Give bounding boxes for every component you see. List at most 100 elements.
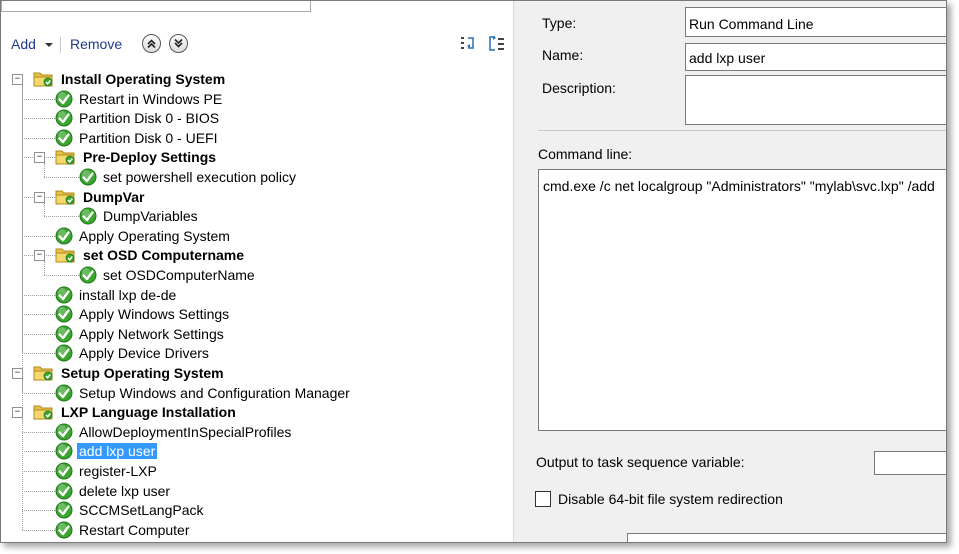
output-variable-label: Output to task sequence variable: <box>536 454 745 470</box>
tree-row-label: Restart Computer <box>79 521 190 538</box>
tree-step-row[interactable]: Restart in Windows PE <box>55 89 224 109</box>
tree-group-row[interactable]: Setup Operating System <box>33 363 226 383</box>
tree-row-label: LXP Language Installation <box>61 404 236 421</box>
collapse-toggle-icon[interactable]: − <box>12 74 23 85</box>
start-in-field[interactable] <box>627 533 946 542</box>
green-check-icon <box>55 129 73 147</box>
tree-row-label: DumpVar <box>83 188 145 205</box>
folder-icon <box>33 72 53 87</box>
green-check-icon <box>55 521 73 539</box>
collapse-all-icon[interactable] <box>487 34 507 54</box>
tree-step-row[interactable]: Setup Windows and Configuration Manager <box>55 383 352 403</box>
tree-connector <box>22 510 55 512</box>
tree-step-row[interactable]: Partition Disk 0 - BIOS <box>55 108 221 128</box>
green-check-icon <box>55 109 73 127</box>
tree-step-row[interactable]: SCCMSetLangPack <box>55 500 206 520</box>
tree-row-label: add lxp user <box>75 442 159 461</box>
expand-all-icon[interactable] <box>458 34 478 54</box>
add-dropdown-caret-icon[interactable] <box>45 43 53 47</box>
chevron-up-icon <box>147 39 156 49</box>
tree-row-label: set OSDComputerName <box>103 267 255 283</box>
tree-connector <box>22 85 23 409</box>
collapse-toggle-icon[interactable]: − <box>34 191 45 203</box>
move-down-button[interactable] <box>169 34 188 53</box>
command-line-label: Command line: <box>538 146 633 162</box>
description-label: Description: <box>542 80 616 96</box>
task-sequence-pane: Add Remove Install Operating System − Re… <box>1 1 513 542</box>
tree-connector <box>22 353 55 355</box>
tree-connector <box>22 118 55 120</box>
green-check-icon <box>55 423 73 441</box>
tree-connector <box>22 490 55 492</box>
toolbar-separator <box>60 37 61 53</box>
green-check-icon <box>55 384 73 402</box>
green-check-icon <box>79 207 97 225</box>
tree-row-label: Partition Disk 0 - UEFI <box>79 129 218 146</box>
tree-step-row[interactable]: AllowDeploymentInSpecialProfiles <box>55 422 293 442</box>
disable-64bit-checkbox[interactable] <box>535 491 551 507</box>
green-check-icon <box>55 286 73 304</box>
green-check-icon <box>55 90 73 108</box>
tree-row-label: Setup Windows and Configuration Manager <box>79 384 350 401</box>
tree-step-row[interactable]: Apply Device Drivers <box>55 343 211 363</box>
green-check-icon <box>55 227 73 245</box>
tree-group-row[interactable]: DumpVar <box>55 187 146 207</box>
folder-icon <box>55 150 75 165</box>
tree-row-label: Setup Operating System <box>61 365 224 381</box>
tree-group-row[interactable]: Pre-Deploy Settings <box>55 147 218 167</box>
tree-step-row[interactable]: Apply Windows Settings <box>55 304 231 324</box>
tree-row-label: DumpVariables <box>103 208 198 225</box>
green-check-icon <box>55 344 73 362</box>
collapse-toggle-icon[interactable]: − <box>34 250 45 262</box>
name-label: Name: <box>542 47 584 63</box>
type-field: Run Command Line <box>685 7 946 37</box>
top-field[interactable] <box>1 1 311 12</box>
tree-step-row[interactable]: DumpVariables <box>79 206 200 226</box>
tree-row-label: Pre-Deploy Settings <box>83 149 217 166</box>
pane-splitter[interactable] <box>513 1 527 542</box>
tree-connector <box>22 431 55 433</box>
tree-step-row[interactable]: register-LXP <box>55 461 159 481</box>
tree-step-row[interactable]: Partition Disk 0 - UEFI <box>55 128 219 148</box>
tree-connector <box>22 529 55 531</box>
add-button[interactable]: Add <box>11 36 36 52</box>
tree-step-row[interactable]: set OSDComputerName <box>79 265 257 285</box>
tree-row-label: set OSD Computername <box>83 247 245 264</box>
tree-connector <box>22 137 55 139</box>
tree-row-label: install lxp de-de <box>79 286 177 303</box>
tree-connector <box>44 163 45 177</box>
tree-connector <box>44 275 79 276</box>
name-field[interactable]: add lxp user <box>685 43 946 71</box>
tree-connector <box>22 418 23 530</box>
folder-icon <box>33 405 53 420</box>
tree-group-row[interactable]: LXP Language Installation <box>33 402 238 422</box>
tree-connector <box>44 261 45 275</box>
tree-step-row[interactable]: Apply Network Settings <box>55 324 226 344</box>
output-variable-field[interactable] <box>874 451 946 475</box>
tree-step-row[interactable]: install lxp de-de <box>55 285 178 305</box>
green-check-icon <box>55 305 73 323</box>
section-divider <box>538 130 946 131</box>
command-line-field[interactable]: cmd.exe /c net localgroup "Administrator… <box>538 169 946 431</box>
remove-button[interactable]: Remove <box>70 36 122 52</box>
tree-group-row[interactable]: Install Operating System <box>33 69 227 89</box>
tree-row-label: set powershell execution policy <box>103 169 296 185</box>
disable-64bit-label[interactable]: Disable 64-bit file system redirection <box>558 491 783 507</box>
tree-connector <box>44 216 79 218</box>
tree-connector <box>22 294 55 296</box>
collapse-toggle-icon[interactable]: − <box>34 152 45 164</box>
tree-step-row[interactable]: set powershell execution policy <box>79 167 298 187</box>
move-up-button[interactable] <box>142 34 161 53</box>
collapse-toggle-icon[interactable]: − <box>12 407 23 419</box>
tree-step-row[interactable]: add lxp user <box>55 441 159 461</box>
tree-step-row[interactable]: Apply Operating System <box>55 226 232 246</box>
tree-step-row[interactable]: delete lxp user <box>55 481 172 501</box>
tree-step-row[interactable]: Restart Computer <box>55 520 191 540</box>
toolbar: Add Remove <box>1 31 513 57</box>
tree-row-label: delete lxp user <box>79 482 171 499</box>
folder-icon <box>55 248 75 263</box>
tree-group-row[interactable]: set OSD Computername <box>55 245 246 265</box>
green-check-icon <box>55 482 73 500</box>
description-field[interactable] <box>685 75 946 125</box>
task-sequence-tree: Install Operating System − Restart in Wind… <box>1 67 513 542</box>
